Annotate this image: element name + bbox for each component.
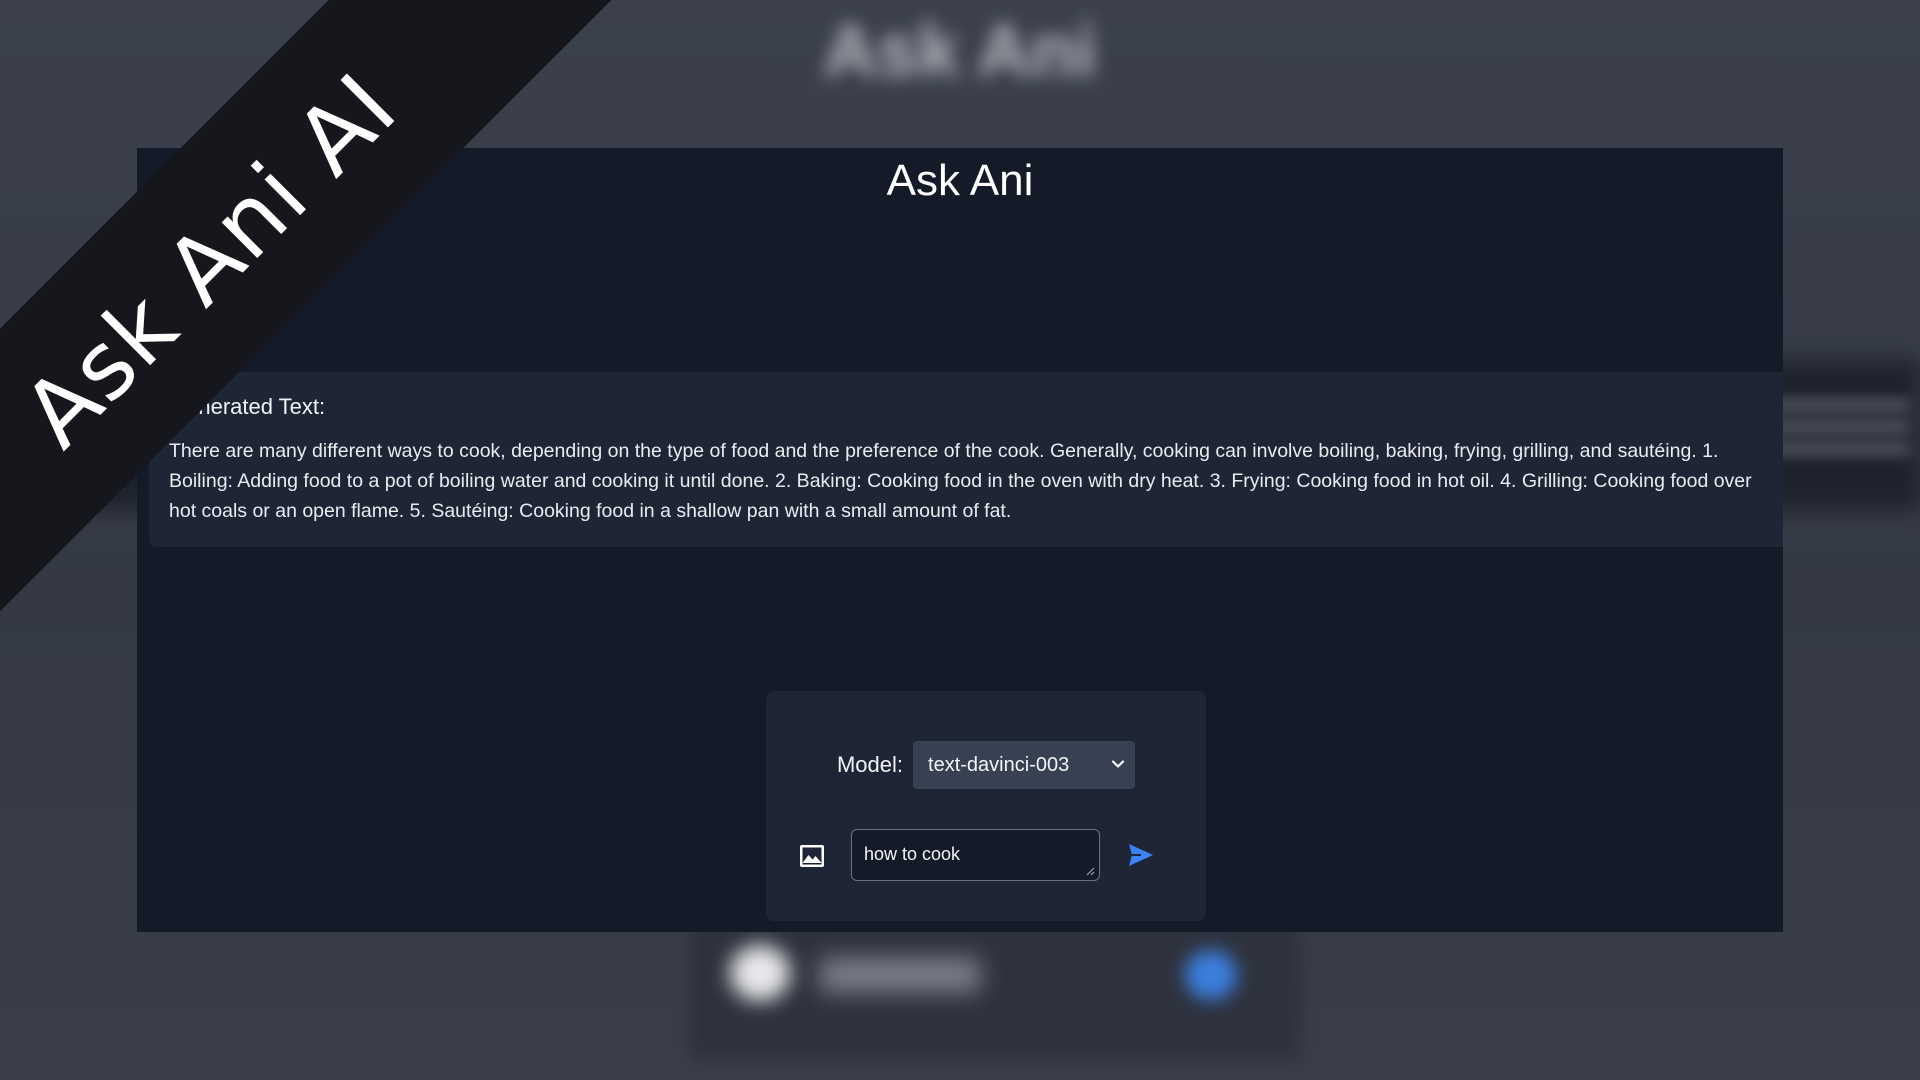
- prompt-input-value: how to cook: [864, 844, 961, 864]
- blurred-image-icon: [730, 945, 790, 1001]
- model-label: Model:: [836, 752, 904, 777]
- resize-grip-icon[interactable]: [1085, 866, 1095, 876]
- blurred-send-icon: [1185, 950, 1237, 1000]
- input-panel: Model: text-davinci-003 how to cook: [766, 691, 1206, 921]
- model-row: Model: text-davinci-003: [766, 741, 1206, 789]
- generated-text-body: There are many different ways to cook, d…: [169, 440, 1752, 522]
- image-icon[interactable]: [799, 843, 825, 869]
- generated-text-card: Generated Text: There are many different…: [149, 372, 1783, 547]
- send-icon[interactable]: [1127, 842, 1155, 868]
- prompt-row: how to cook: [766, 829, 1206, 883]
- chevron-down-icon: [1111, 760, 1125, 768]
- generated-text-heading: Generated Text:: [169, 394, 326, 419]
- blurred-prompt-text: [820, 958, 980, 992]
- model-select-value: text-davinci-003: [928, 753, 1070, 776]
- prompt-input[interactable]: how to cook: [851, 829, 1100, 881]
- model-select[interactable]: text-davinci-003: [913, 741, 1136, 789]
- app-window: Ask Ani Generated Text: There are many d…: [137, 148, 1783, 932]
